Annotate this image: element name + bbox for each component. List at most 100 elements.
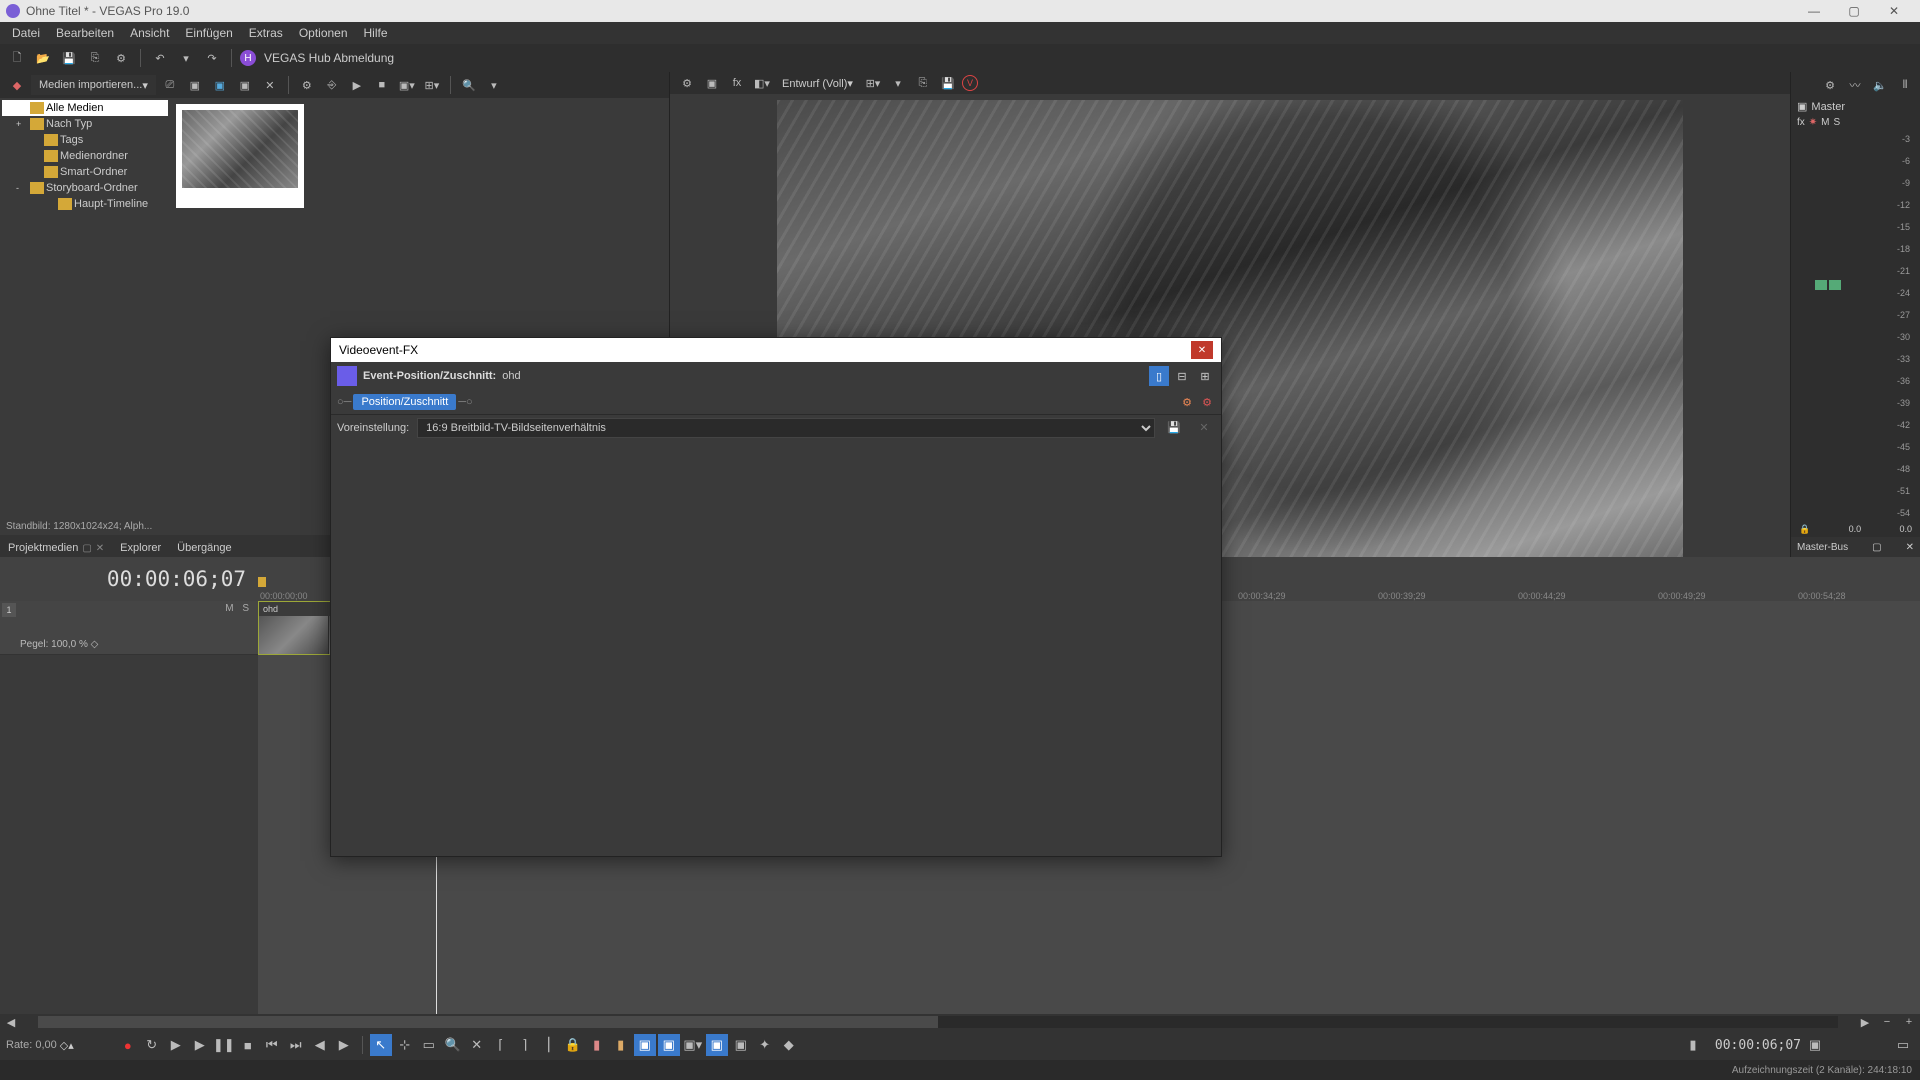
fit-project-icon[interactable]: ▭ bbox=[1892, 1034, 1914, 1056]
play-icon[interactable]: ▶ bbox=[346, 74, 368, 96]
stop-icon[interactable]: ■ bbox=[371, 74, 393, 96]
timeline-timecode[interactable]: 00:00:06;07 bbox=[0, 557, 258, 601]
record-button[interactable]: ● bbox=[117, 1034, 139, 1056]
overlays2-icon[interactable]: ▾ bbox=[887, 72, 909, 94]
close-button[interactable]: ✕ bbox=[1874, 0, 1914, 22]
master-mute-button[interactable]: M bbox=[1821, 117, 1829, 128]
selection-tool-icon[interactable]: ▭ bbox=[418, 1034, 440, 1056]
prev-frame-button[interactable]: ◀ bbox=[309, 1034, 331, 1056]
pause-button[interactable]: ❚❚ bbox=[213, 1034, 235, 1056]
master-tab-pin-icon[interactable]: ▢ bbox=[1872, 542, 1881, 553]
master-fx-icon[interactable]: fx bbox=[1797, 117, 1805, 128]
hub-label[interactable]: VEGAS Hub Abmeldung bbox=[264, 51, 394, 65]
tab-pin-icon[interactable]: ▢ bbox=[82, 543, 91, 554]
transport-timecode[interactable]: 00:00:06;07 bbox=[1715, 1038, 1801, 1053]
auto-preview-icon[interactable]: ▣▾ bbox=[396, 74, 418, 96]
redo-icon[interactable]: ↷ bbox=[201, 47, 223, 69]
play-start-button[interactable]: ▶ bbox=[165, 1034, 187, 1056]
normal-edit-tool[interactable]: ↖ bbox=[370, 1034, 392, 1056]
get-media-icon[interactable]: ▣ bbox=[184, 74, 206, 96]
fx-delete-preset-icon[interactable]: ✕ bbox=[1193, 417, 1215, 439]
save-icon[interactable]: 💾 bbox=[58, 47, 80, 69]
undo-dropdown-icon[interactable]: ▾ bbox=[175, 47, 197, 69]
play-button[interactable]: ▶ bbox=[189, 1034, 211, 1056]
fx-save-preset-icon[interactable]: 💾 bbox=[1163, 417, 1185, 439]
new-project-icon[interactable]: 🗋 bbox=[6, 47, 28, 69]
menu-optionen[interactable]: Optionen bbox=[291, 23, 356, 43]
remove-icon[interactable]: ▣ bbox=[209, 74, 231, 96]
menu-ansicht[interactable]: Ansicht bbox=[122, 23, 177, 43]
master-props-icon[interactable]: ⚙ bbox=[1819, 74, 1841, 96]
trim-start-icon[interactable]: ⌈ bbox=[490, 1034, 512, 1056]
fx-chain-chip[interactable]: Position/Zuschnitt bbox=[353, 394, 456, 410]
master-dim-icon[interactable]: 〰 bbox=[1844, 74, 1866, 96]
fx-view1-icon[interactable]: ▯ bbox=[1149, 366, 1169, 386]
media-fx-icon[interactable]: ◆ bbox=[6, 74, 28, 96]
minimize-button[interactable]: — bbox=[1794, 0, 1834, 22]
maximize-button[interactable]: ▢ bbox=[1834, 0, 1874, 22]
tree-smart-ordner[interactable]: Smart-Ordner bbox=[2, 164, 168, 180]
snap-enable-icon[interactable]: ▣ bbox=[706, 1034, 728, 1056]
master-tab-close-icon[interactable]: ✕ bbox=[1906, 542, 1914, 553]
tab-master-bus[interactable]: Master-Bus bbox=[1797, 542, 1848, 553]
preview-quality-dropdown[interactable]: Entwurf (Voll)▾ bbox=[776, 77, 859, 90]
overlays-icon[interactable]: ⊞▾ bbox=[862, 72, 884, 94]
remove-all-icon[interactable]: ▣ bbox=[234, 74, 256, 96]
trim-end-icon[interactable]: ⌉ bbox=[514, 1034, 536, 1056]
tree-medienordner[interactable]: Medienordner bbox=[2, 148, 168, 164]
go-start-button[interactable]: ⏮ bbox=[261, 1034, 283, 1056]
master-output-icon[interactable]: ▣ bbox=[1797, 100, 1807, 113]
menu-datei[interactable]: Datei bbox=[4, 23, 48, 43]
fx-pancrop-icon[interactable] bbox=[337, 366, 357, 386]
delete-tool-icon[interactable]: ✕ bbox=[466, 1034, 488, 1056]
tab-uebergaenge[interactable]: Übergänge bbox=[169, 539, 239, 557]
tab-close-icon[interactable]: ✕ bbox=[96, 543, 104, 554]
fx-dialog-titlebar[interactable]: Videoevent-FX ✕ bbox=[331, 338, 1221, 362]
shuffle-tool-icon[interactable]: ⊹ bbox=[394, 1034, 416, 1056]
external-monitor-icon[interactable]: ▣ bbox=[701, 72, 723, 94]
menu-extras[interactable]: Extras bbox=[241, 23, 291, 43]
open-icon[interactable]: 📂 bbox=[32, 47, 54, 69]
tree-nach-typ[interactable]: +Nach Typ bbox=[2, 116, 168, 132]
search-dropdown-icon[interactable]: ▾ bbox=[483, 74, 505, 96]
tree-storyboard[interactable]: -Storyboard-Ordner bbox=[2, 180, 168, 196]
media-props-icon[interactable]: ⚙ bbox=[296, 74, 318, 96]
marker-icon[interactable]: ▮ bbox=[586, 1034, 608, 1056]
zoom-tool-icon[interactable]: 🔍 bbox=[442, 1034, 464, 1056]
master-solo-button[interactable]: S bbox=[1834, 117, 1841, 128]
master-downmix-icon[interactable]: 🔈 bbox=[1869, 74, 1891, 96]
tab-projektmedien[interactable]: Projektmedien▢✕ bbox=[0, 539, 112, 557]
undo-icon[interactable]: ↶ bbox=[149, 47, 171, 69]
ripple-dropdown-icon[interactable]: ▣▾ bbox=[682, 1034, 704, 1056]
ai-tool-icon[interactable]: ✦ bbox=[754, 1034, 776, 1056]
rate-slider-icon[interactable]: ◇▴ bbox=[60, 1039, 74, 1052]
video-indicator-icon[interactable]: V bbox=[962, 75, 978, 91]
video-track-header[interactable]: 1 M S Pegel: 100,0 % ◇ bbox=[0, 601, 258, 655]
master-lock-icon[interactable]: 🔒 bbox=[1799, 524, 1810, 535]
menu-bearbeiten[interactable]: Bearbeiten bbox=[48, 23, 122, 43]
loop-region-icon[interactable]: ▮ bbox=[1682, 1034, 1704, 1056]
render-icon[interactable]: ⎘ bbox=[84, 47, 106, 69]
menu-einfuegen[interactable]: Einfügen bbox=[177, 23, 240, 43]
scroll-thumb[interactable] bbox=[38, 1016, 938, 1028]
region-icon[interactable]: ▮ bbox=[610, 1034, 632, 1056]
timecode-menu-icon[interactable]: ▣ bbox=[1804, 1034, 1826, 1056]
master-automation-icon[interactable]: ✷ bbox=[1809, 117, 1817, 128]
media-thumbnail[interactable] bbox=[176, 104, 304, 208]
track-level-keyframe-icon[interactable]: ◇ bbox=[91, 639, 99, 650]
video-fx-icon[interactable]: fx bbox=[726, 72, 748, 94]
search-icon[interactable]: 🔍 bbox=[458, 74, 480, 96]
timeline-h-scrollbar[interactable]: ◀ ▶ − + bbox=[0, 1014, 1920, 1030]
save-snapshot-icon[interactable]: 💾 bbox=[937, 72, 959, 94]
fx-add-plugin-icon[interactable]: ⚙ bbox=[1179, 394, 1195, 410]
menu-hilfe[interactable]: Hilfe bbox=[356, 23, 396, 43]
refresh-icon[interactable]: ✕ bbox=[259, 74, 281, 96]
tree-tags[interactable]: Tags bbox=[2, 132, 168, 148]
quantize-icon[interactable]: ▣ bbox=[730, 1034, 752, 1056]
import-media-button[interactable]: Medien importieren... ▾ bbox=[31, 75, 156, 95]
tab-explorer[interactable]: Explorer bbox=[112, 539, 169, 557]
properties-icon[interactable]: ⚙ bbox=[110, 47, 132, 69]
fx-remove-plugin-icon[interactable]: ⚙ bbox=[1199, 394, 1215, 410]
next-frame-button[interactable]: ▶ bbox=[333, 1034, 355, 1056]
media-fx2-icon[interactable]: ⎆ bbox=[321, 74, 343, 96]
